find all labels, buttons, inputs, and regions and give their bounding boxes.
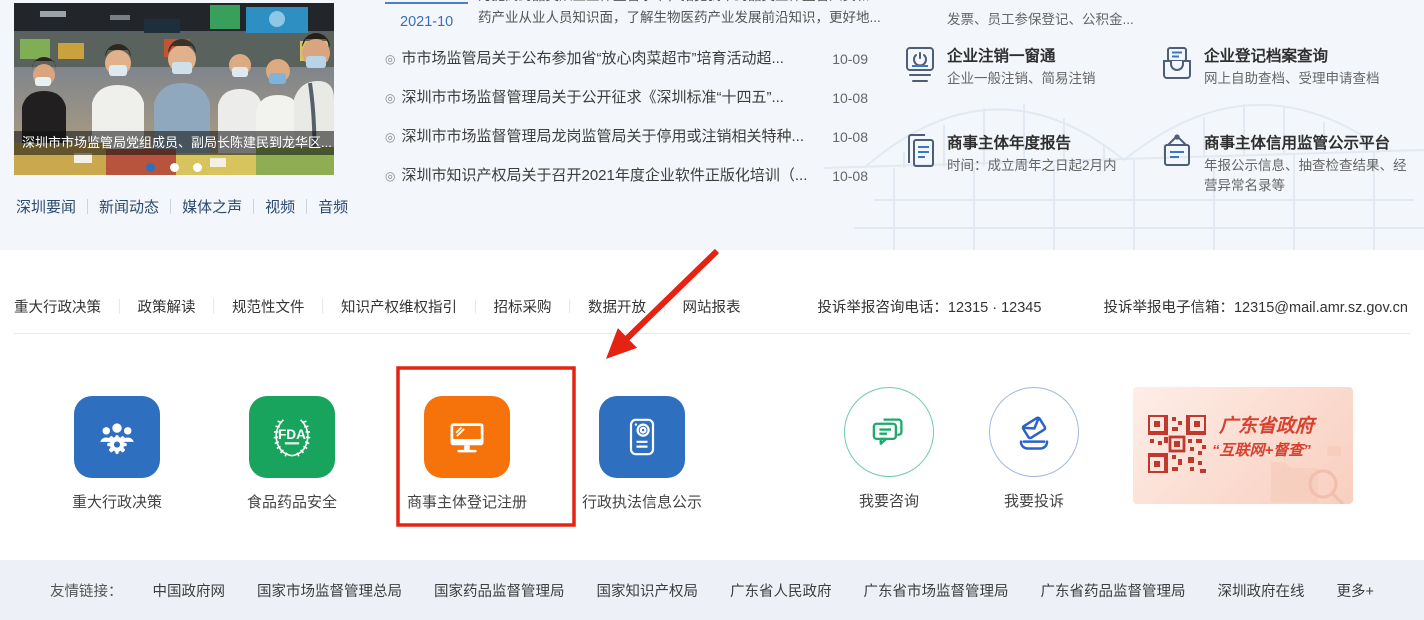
footer-link-gov-cn[interactable]: 中国政府网: [153, 580, 226, 601]
friendly-links-footer: 友情链接： 中国政府网 国家市场监督管理总局 国家药品监督管理局 国家知识产权局…: [0, 560, 1424, 620]
quicklink-bidding[interactable]: 招标采购: [494, 300, 589, 316]
service-title: 企业注销一窗通: [947, 44, 1056, 66]
news-date: 10-08: [832, 124, 868, 150]
complaint-phone-number: 12315 · 12345: [948, 300, 1042, 316]
archive-tray-icon: [1160, 46, 1194, 84]
news-panel: 2021-10 为提高药品类从业主体监管水平，拓宽我市药品类主体监管人员和生物医…: [385, 0, 870, 250]
power-document-icon: [903, 46, 937, 84]
news-bullet-icon: ◎: [385, 130, 395, 144]
news-date: 10-08: [832, 163, 868, 189]
carousel-dot[interactable]: [170, 163, 179, 172]
shortcut-law-enforcement-publicity[interactable]: 行政执法信息公示: [569, 396, 715, 512]
quicklinks-row: 重大行政决策政策解读规范性文件知识产权维权指引招标采购数据开放网站报表: [14, 296, 763, 317]
friendly-links-label: 友情链接：: [50, 580, 123, 601]
news-item[interactable]: ◎ 深圳市市场监督管理局关于公开征求《深圳标准“十四五”... 10-08: [385, 85, 870, 111]
qr-code: [1148, 415, 1206, 473]
active-tab-indicator: [385, 2, 468, 4]
footer-link-gd-gov[interactable]: 广东省人民政府: [730, 580, 832, 601]
quicklink-ipr-guide[interactable]: 知识产权维权指引: [341, 300, 494, 316]
news-item[interactable]: ◎ 深圳市市场监督管理局龙岗监管局关于停用或注销相关特种... 10-08: [385, 124, 870, 150]
shortcut-major-decisions[interactable]: 重大行政决策: [44, 396, 190, 512]
service-title: 商事主体年度报告: [947, 131, 1071, 153]
divider: [14, 333, 1410, 334]
news-carousel[interactable]: 深圳市市场监管局党组成员、副局长陈建民到龙华区...: [14, 3, 334, 175]
media-nav-news-updates[interactable]: 新闻动态: [99, 199, 182, 216]
media-nav-audio[interactable]: 音频: [318, 199, 356, 216]
complaint-phone-label: 投诉举报咨询电话：: [817, 300, 948, 316]
service-title: 商事主体信用监管公示平台: [1204, 131, 1390, 153]
quicklink-site-reports[interactable]: 网站报表: [683, 300, 763, 316]
media-nav-video[interactable]: 视频: [265, 199, 318, 216]
quicklink-open-data[interactable]: 数据开放: [588, 300, 683, 316]
carousel-dots: [14, 159, 334, 175]
svg-text:FDA: FDA: [278, 427, 306, 442]
guangdong-supervision-banner[interactable]: 广东省政府 “互联网+督查”: [1133, 387, 1353, 504]
shortcut-complain[interactable]: 我要投诉: [961, 387, 1107, 511]
service-title: 企业登记档案查询: [1204, 44, 1328, 66]
news-title: 深圳市知识产权局关于召开2021年度企业软件正版化培训（...: [401, 167, 807, 184]
carousel-caption: 深圳市市场监管局党组成员、副局长陈建民到龙华区...: [14, 131, 334, 155]
shortcut-label: 我要咨询: [816, 490, 962, 511]
news-first-title-line2[interactable]: 药产业从业人员知识面，了解生物医药产业发展前沿知识，更好地...: [478, 6, 870, 26]
chat-bubbles-icon: [866, 410, 912, 454]
complaint-email-label: 投诉举报电子信箱：: [1103, 300, 1234, 316]
carousel-dot[interactable]: [146, 163, 155, 172]
quicklink-normative-documents[interactable]: 规范性文件: [232, 300, 341, 316]
top-section: 深圳市市场监管局党组成员、副局长陈建民到龙华区... 深圳要闻新闻动态媒体之声视…: [0, 0, 1424, 250]
monitor-icon: [444, 415, 490, 459]
bodycam-icon: [620, 415, 664, 459]
shortcut-label: 重大行政决策: [44, 491, 190, 512]
footer-link-sz-online[interactable]: 深圳政府在线: [1218, 580, 1305, 601]
footer-link-gd-nmpa[interactable]: 广东省药品监督管理局: [1041, 580, 1186, 601]
media-nav: 深圳要闻新闻动态媒体之声视频音频: [16, 196, 356, 217]
fda-wreath-icon: FDA: [268, 414, 316, 460]
shortcut-consult[interactable]: 我要咨询: [816, 387, 962, 511]
banner-title: 广东省政府: [1219, 411, 1314, 438]
annual-report-icon: [903, 133, 937, 171]
media-nav-media-voice[interactable]: 媒体之声: [182, 199, 265, 216]
quicklink-policy-interpretation[interactable]: 政策解读: [138, 300, 233, 316]
news-item[interactable]: ◎ 深圳市知识产权局关于召开2021年度企业软件正版化培训（... 10-08: [385, 163, 870, 189]
news-month-label: 2021-10: [400, 14, 453, 30]
shortcut-label: 食品药品安全: [219, 491, 365, 512]
service-desc: 企业一般注销、简易注销: [947, 69, 1159, 89]
complaint-email-address[interactable]: 12315@mail.amr.sz.gov.cn: [1234, 300, 1408, 316]
news-title: 深圳市市场监督管理局关于公开征求《深圳标准“十四五”...: [401, 89, 784, 106]
envelope-slot-icon: [1011, 410, 1057, 454]
footer-link-cnipa[interactable]: 国家知识产权局: [597, 580, 699, 601]
quicklink-major-decisions[interactable]: 重大行政决策: [14, 300, 138, 316]
news-bullet-icon: ◎: [385, 52, 395, 66]
public-board-icon: [1160, 133, 1194, 171]
carousel-dot[interactable]: [193, 163, 202, 172]
media-nav-shenzhen-news[interactable]: 深圳要闻: [16, 199, 99, 216]
people-gear-icon: [94, 415, 140, 459]
shortcut-label: 商事主体登记注册: [394, 491, 540, 512]
news-item[interactable]: ◎ 市市场监管局关于公布参加省“放心肉菜超市”培育活动超... 10-09: [385, 46, 870, 72]
footer-link-more[interactable]: 更多+: [1337, 580, 1374, 601]
shortcut-food-drug-safety[interactable]: FDA 食品药品安全: [219, 396, 365, 512]
news-title: 市市场监管局关于公布参加省“放心肉菜超市”培育活动超...: [401, 50, 784, 67]
contacts: 投诉举报咨询电话：12315 · 12345 投诉举报电子信箱：12315@ma…: [817, 296, 1408, 317]
news-bullet-icon: ◎: [385, 91, 395, 105]
shortcut-label: 行政执法信息公示: [569, 491, 715, 512]
footer-link-nmpa[interactable]: 国家药品监督管理局: [434, 580, 565, 601]
bridge-watermark: [804, 0, 1424, 250]
service-partial-desc: 发票、员工参保登记、公积金...: [947, 8, 1134, 28]
news-first-title-clipped[interactable]: 为提高药品类从业主体监管水平，拓宽我市药品类主体监管人员和生物医: [478, 0, 870, 4]
service-desc: 网上自助查档、受理申请查档: [1204, 69, 1416, 89]
shortcut-business-registration[interactable]: 商事主体登记注册: [394, 396, 540, 512]
service-desc: 时间：成立周年之日起2月内: [947, 156, 1159, 176]
news-date: 10-09: [832, 46, 868, 72]
news-title: 深圳市市场监督管理局龙岗监管局关于停用或注销相关特种...: [401, 128, 804, 145]
news-date: 10-08: [832, 85, 868, 111]
shortcut-label: 我要投诉: [961, 490, 1107, 511]
news-bullet-icon: ◎: [385, 169, 395, 183]
footer-link-gd-samr[interactable]: 广东省市场监督管理局: [864, 580, 1009, 601]
footer-link-samr[interactable]: 国家市场监督管理总局: [257, 580, 402, 601]
service-desc: 年报公示信息、抽查检查结果、经营异常名录等: [1204, 156, 1416, 196]
banner-subtitle: “互联网+督查”: [1212, 439, 1311, 460]
